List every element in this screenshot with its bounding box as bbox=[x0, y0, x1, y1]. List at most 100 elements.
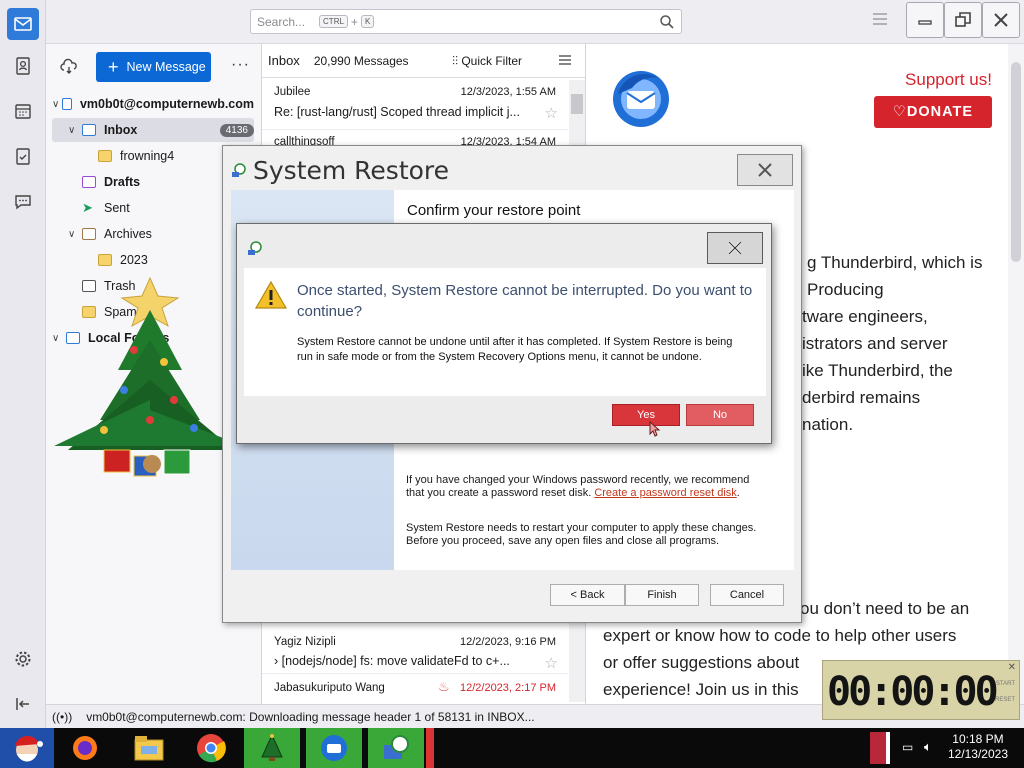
donate-button[interactable]: ♡ DONATE bbox=[874, 96, 992, 128]
search-icon bbox=[660, 15, 674, 29]
settings-button[interactable] bbox=[7, 643, 39, 675]
system-restore-icon bbox=[232, 163, 246, 177]
message-list-header: Inbox 20,990 Messages ⫶⫶ Quick Filter bbox=[262, 44, 585, 78]
firefox-icon bbox=[73, 736, 97, 760]
message-date: 12/2/2023, 2:17 PM bbox=[459, 682, 556, 694]
taskbar-explorer[interactable] bbox=[124, 728, 174, 768]
timer-start-button[interactable]: START bbox=[996, 681, 1015, 687]
gear-icon bbox=[15, 651, 31, 667]
message-subject-text: [nodejs/node] fs: move validateFd to c+.… bbox=[281, 654, 510, 668]
timer-reset-button[interactable]: RESET bbox=[995, 697, 1015, 703]
restore-button[interactable] bbox=[944, 2, 982, 38]
status-text: vm0b0t@computernewb.com: Downloading mes… bbox=[86, 709, 535, 724]
online-status-icon[interactable]: ((•)) bbox=[52, 710, 72, 724]
plus-icon: + bbox=[108, 57, 119, 77]
dialog-body: Once started, System Restore cannot be i… bbox=[244, 268, 766, 396]
close-icon bbox=[728, 241, 742, 255]
system-restore-icon bbox=[384, 735, 409, 759]
app-menu-icon[interactable] bbox=[872, 12, 888, 26]
body-text-line: experience! Join us in this bbox=[603, 680, 799, 699]
body-text-line: tware engineers, bbox=[802, 307, 928, 326]
body-text-line: nation. bbox=[802, 415, 854, 434]
shortcut-ctrl: CTRL bbox=[319, 15, 348, 28]
folder-label: Inbox bbox=[104, 123, 138, 137]
folder-title: Inbox bbox=[268, 53, 300, 68]
volume-icon[interactable]: 🔈︎ bbox=[924, 739, 932, 755]
chevron-down-icon: ∨ bbox=[68, 228, 76, 240]
address-book-button[interactable] bbox=[7, 50, 39, 82]
inbox-icon bbox=[82, 124, 96, 136]
search-input[interactable]: Search... CTRL + K bbox=[250, 9, 682, 34]
clock-date: 12/13/2023 bbox=[947, 747, 1008, 761]
folder-label: Sent bbox=[104, 201, 130, 215]
message-subject: › [nodejs/node] fs: move validateFd to c… bbox=[274, 654, 534, 668]
filter-icon: ⫶⫶ bbox=[452, 54, 462, 68]
message-count: 20,990 Messages bbox=[313, 53, 409, 68]
reader-scrollbar[interactable] bbox=[1008, 44, 1024, 704]
get-messages-icon[interactable] bbox=[60, 58, 78, 76]
clock-time: 10:18 PM bbox=[952, 732, 1004, 746]
star-icon[interactable]: ☆ bbox=[545, 654, 558, 672]
no-button[interactable]: No bbox=[686, 404, 754, 426]
taskbar-tree-app[interactable] bbox=[244, 728, 300, 768]
network-icon[interactable]: ▭ bbox=[902, 740, 913, 754]
close-button[interactable] bbox=[982, 2, 1020, 38]
warning-icon bbox=[254, 280, 288, 309]
scrollbar-thumb[interactable] bbox=[571, 94, 583, 114]
mail-space-button[interactable] bbox=[7, 8, 39, 40]
dialog-detail-text: System Restore cannot be undone until af… bbox=[297, 336, 733, 363]
message-row[interactable]: Jubilee 12/3/2023, 1:55 AM Re: [rust-lan… bbox=[262, 80, 568, 130]
shortcut-plus: + bbox=[350, 14, 358, 29]
message-row[interactable]: Yagiz Nizipli 12/2/2023, 9:16 PM › [node… bbox=[262, 630, 568, 674]
dialog-close-button[interactable] bbox=[707, 232, 763, 264]
start-button[interactable] bbox=[0, 728, 54, 768]
system-clock[interactable]: 10:18 PM 12/13/2023 bbox=[948, 732, 1008, 762]
heart-icon: ♡ bbox=[892, 104, 907, 120]
mouse-cursor-icon bbox=[649, 420, 661, 437]
tasks-button[interactable] bbox=[7, 140, 39, 172]
folder-pane-menu-button[interactable]: ··· bbox=[231, 56, 250, 74]
body-text-line: or offer suggestions about bbox=[603, 653, 800, 672]
taskbar-system-restore[interactable] bbox=[368, 728, 424, 768]
timer-close-button[interactable]: ✕ bbox=[1008, 662, 1016, 673]
chrome-icon bbox=[197, 734, 226, 763]
christmas-tree-image bbox=[54, 276, 244, 477]
timer-widget: 00:00:00 ✕ START RESET bbox=[822, 660, 1020, 720]
list-view-options-icon[interactable] bbox=[558, 53, 572, 67]
message-row[interactable]: Jabasukuriputo Wang 12/2/2023, 2:17 PM ♨ bbox=[262, 676, 568, 704]
account-row[interactable]: ∨ vm0b0t@computernewb.com bbox=[52, 92, 254, 116]
quick-filter-button[interactable]: ⫶⫶ Quick Filter bbox=[452, 54, 522, 69]
message-date: 12/3/2023, 1:55 AM bbox=[460, 86, 556, 98]
new-message-button[interactable]: + New Message bbox=[96, 52, 211, 82]
password-reset-link[interactable]: Create a password reset disk bbox=[594, 487, 736, 499]
body-text-line: g Thunderbird, which is bbox=[807, 253, 983, 272]
support-us-link[interactable]: Support us! bbox=[905, 70, 992, 90]
password-reset-notice: If you have changed your Windows passwor… bbox=[406, 474, 766, 500]
scrollbar-thumb[interactable] bbox=[1011, 62, 1021, 262]
star-icon[interactable]: ☆ bbox=[545, 104, 558, 122]
thunderbird-logo bbox=[613, 71, 669, 127]
restart-notice: System Restore needs to restart your com… bbox=[406, 522, 757, 547]
taskbar: ▭ 🔈︎ 10:18 PM 12/13/2023 bbox=[0, 728, 1024, 768]
folder-label: Archives bbox=[104, 227, 152, 241]
minimize-button[interactable] bbox=[906, 2, 944, 38]
cancel-button[interactable]: Cancel bbox=[710, 584, 784, 606]
taskbar-chrome[interactable] bbox=[186, 728, 236, 768]
folder-inbox[interactable]: ∨ Inbox 4136 bbox=[52, 118, 254, 142]
new-message-label: New Message bbox=[126, 60, 206, 74]
taskbar-firefox[interactable] bbox=[60, 728, 110, 768]
wizard-heading: Confirm your restore point bbox=[407, 202, 581, 219]
finish-button[interactable]: Finish bbox=[625, 584, 699, 606]
back-button[interactable]: < Back bbox=[550, 584, 625, 606]
santa-start-icon bbox=[15, 735, 43, 762]
close-icon bbox=[758, 163, 772, 177]
taskbar-thunderbird[interactable] bbox=[306, 728, 362, 768]
unread-badge: 4136 bbox=[219, 123, 254, 137]
minimize-icon bbox=[918, 20, 932, 25]
tray-app-icon[interactable] bbox=[870, 732, 890, 764]
wizard-close-button[interactable] bbox=[737, 154, 793, 186]
calendar-button[interactable] bbox=[7, 95, 39, 127]
tasks-icon bbox=[16, 148, 30, 165]
collapse-spaces-button[interactable] bbox=[7, 688, 39, 720]
chat-button[interactable] bbox=[7, 185, 39, 217]
